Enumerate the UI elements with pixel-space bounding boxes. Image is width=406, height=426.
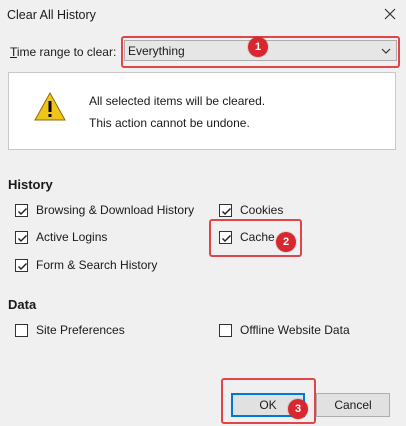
- close-icon[interactable]: [380, 4, 400, 24]
- cache-label[interactable]: Cache: [240, 230, 275, 244]
- browsing-download-history-label[interactable]: Browsing & Download History: [36, 203, 194, 217]
- time-range-value: Everything: [128, 44, 185, 58]
- browsing-download-history-checkbox[interactable]: [15, 204, 28, 217]
- active-logins-label[interactable]: Active Logins: [36, 230, 107, 244]
- cancel-button[interactable]: Cancel: [316, 393, 390, 417]
- cache-checkbox[interactable]: [219, 231, 232, 244]
- form-search-history-label[interactable]: Form & Search History: [36, 258, 157, 272]
- annotation-badge-2: 2: [276, 232, 296, 252]
- form-search-history-checkbox[interactable]: [15, 259, 28, 272]
- time-range-label: Time range to clear:: [10, 45, 117, 59]
- warning-message-box: All selected items will be cleared. This…: [8, 72, 396, 150]
- cookies-label[interactable]: Cookies: [240, 203, 283, 217]
- chevron-down-icon: [380, 45, 392, 60]
- offline-website-data-label[interactable]: Offline Website Data: [240, 323, 350, 337]
- history-heading: History: [8, 177, 53, 192]
- warning-line-2: This action cannot be undone.: [89, 116, 250, 130]
- annotation-badge-3: 3: [288, 399, 308, 419]
- site-preferences-checkbox[interactable]: [15, 324, 28, 337]
- active-logins-checkbox[interactable]: [15, 231, 28, 244]
- annotation-badge-1: 1: [248, 37, 268, 57]
- warning-line-1: All selected items will be cleared.: [89, 94, 266, 108]
- warning-icon: [34, 91, 66, 126]
- offline-website-data-checkbox[interactable]: [219, 324, 232, 337]
- cookies-checkbox[interactable]: [219, 204, 232, 217]
- data-heading: Data: [8, 297, 37, 312]
- site-preferences-label[interactable]: Site Preferences: [36, 323, 125, 337]
- dialog-title: Clear All History: [7, 8, 96, 22]
